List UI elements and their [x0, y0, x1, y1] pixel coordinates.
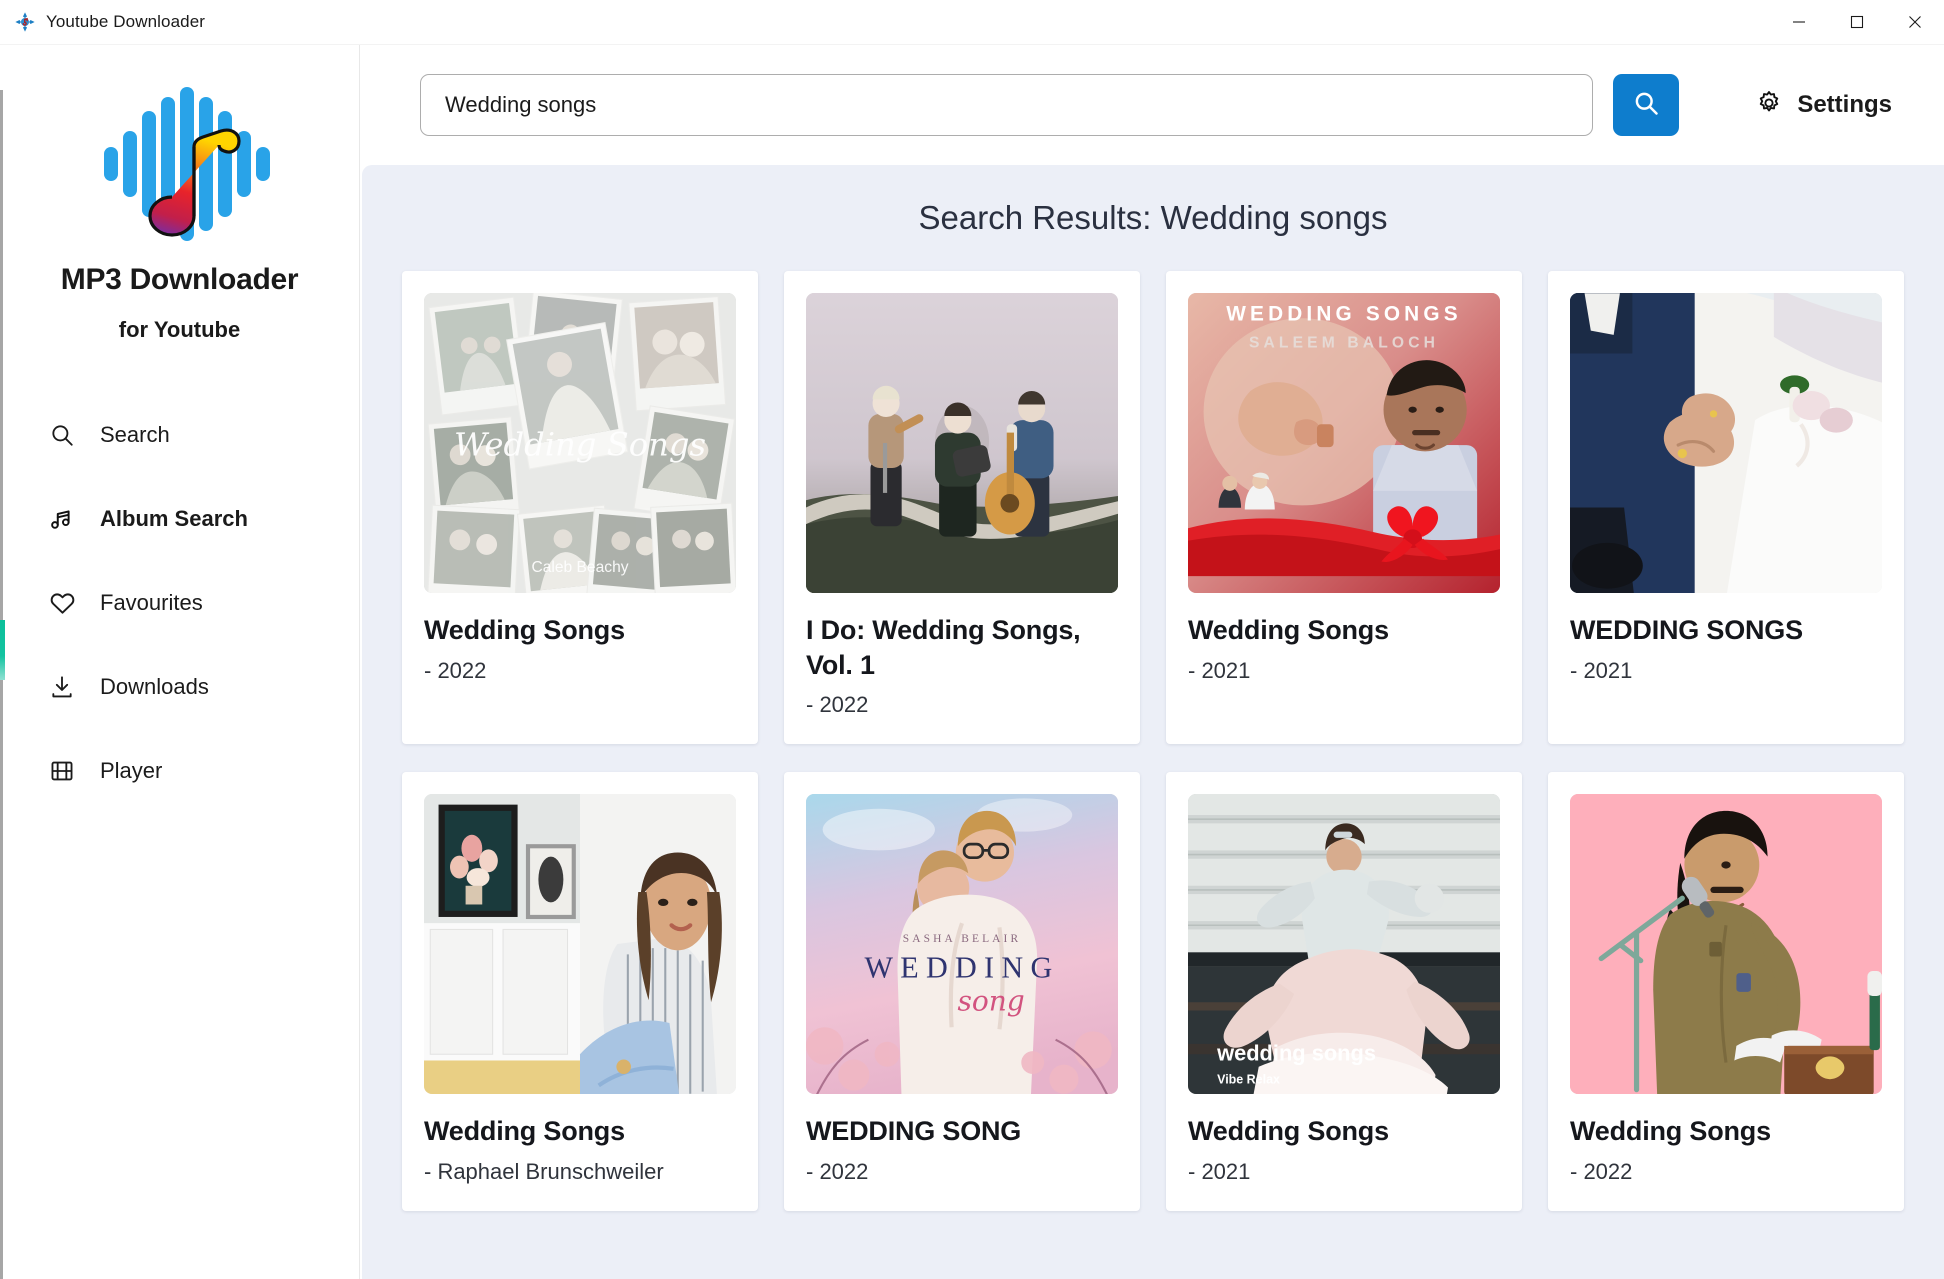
svg-text:song: song: [957, 985, 1024, 1018]
sidebar-item-search[interactable]: Search: [0, 393, 359, 477]
search-icon: [48, 421, 76, 449]
album-subtitle: - 2021: [1188, 1158, 1251, 1184]
close-icon[interactable]: [1886, 0, 1944, 45]
album-card[interactable]: wedding songs Vibe Relax Wedding Songs -…: [1166, 772, 1522, 1211]
svg-text:WEDDING SONGS: WEDDING SONGS: [1226, 302, 1461, 325]
page-title: Search Results: Wedding songs: [918, 199, 1388, 236]
album-card[interactable]: I Do: Wedding Songs, Vol. 1 - 2022: [784, 271, 1140, 745]
search-button[interactable]: [1613, 74, 1680, 136]
album-artwork: [1570, 794, 1882, 1095]
app-window: Youtube Downloader MP3 Downloader for Yo…: [0, 0, 1944, 1279]
album-artwork: [1570, 293, 1882, 593]
album-subtitle: - 2021: [1570, 657, 1633, 683]
window-controls: [1770, 0, 1944, 45]
album-card[interactable]: Wedding Songs - Raphael Brunschweiler: [402, 772, 758, 1211]
sidebar-item-label: Downloads: [100, 674, 209, 699]
album-artwork: SASHA BELAIR WEDDING song: [806, 794, 1118, 1095]
results-panel: Search Results: Wedding songs Wedding So…: [362, 165, 1944, 1279]
album-card[interactable]: SASHA BELAIR WEDDING song WEDDING SONG -…: [784, 772, 1140, 1211]
minimize-icon[interactable]: [1770, 0, 1828, 45]
maximize-icon[interactable]: [1828, 0, 1886, 45]
album-card[interactable]: Wedding Songs Caleb Beachy Wedding Songs…: [402, 271, 758, 745]
mp3-waveform-note-logo: [103, 86, 270, 241]
main-area: Settings Search Results: Wedding songs: [360, 45, 1944, 1279]
holding-hands-photo-art: [1570, 293, 1882, 593]
sidebar-item-player[interactable]: Player: [0, 729, 359, 813]
album-title: Wedding Songs: [1188, 1116, 1389, 1147]
sidebar-item-album-search[interactable]: Album Search: [0, 477, 359, 561]
svg-text:Wedding Songs: Wedding Songs: [454, 425, 706, 463]
album-subtitle: - 2022: [1570, 1158, 1633, 1184]
twirling-bride-art: wedding songs Vibe Relax: [1188, 794, 1500, 1095]
music-note-icon: [48, 505, 76, 533]
search-icon: [1632, 89, 1660, 122]
settings-button[interactable]: Settings: [1743, 79, 1904, 132]
sidebar-item-label: Album Search: [100, 506, 248, 531]
sidebar-item-downloads[interactable]: Downloads: [0, 645, 359, 729]
foggy-band-photo-art: [806, 293, 1118, 593]
album-title: WEDDING SONG: [806, 1116, 1022, 1147]
album-subtitle: - 2022: [806, 692, 869, 718]
sidebar-item-label: Search: [100, 422, 170, 447]
brand-subtitle: for Youtube: [118, 317, 241, 342]
window-left-border: [0, 90, 3, 1279]
search-input[interactable]: [420, 74, 1594, 136]
app-logo-icon: [14, 11, 36, 33]
gear-icon: [1755, 89, 1783, 122]
svg-text:Vibe Relax: Vibe Relax: [1217, 1072, 1280, 1086]
album-title: Wedding Songs: [1570, 1116, 1771, 1147]
sidebar-item-label: Favourites: [100, 590, 203, 615]
app-body: MP3 Downloader for Youtube Search Album …: [0, 45, 1944, 1279]
svg-text:WEDDING: WEDDING: [865, 950, 1060, 984]
album-title: I Do: Wedding Songs, Vol. 1: [806, 615, 1081, 680]
album-title: Wedding Songs: [424, 615, 625, 645]
album-card[interactable]: WEDDING SONGS SALEEM BALOCH Wedding Song…: [1166, 271, 1522, 745]
album-artwork: wedding songs Vibe Relax: [1188, 794, 1500, 1095]
album-subtitle: - Raphael Brunschweiler: [424, 1158, 664, 1184]
pastel-couple-blanket-art: SASHA BELAIR WEDDING song: [806, 794, 1118, 1095]
sidebar-item-label: Player: [100, 758, 163, 783]
sidebar: MP3 Downloader for Youtube Search Album …: [0, 45, 360, 1279]
polaroid-collage-art: Wedding Songs Caleb Beachy: [424, 293, 736, 593]
album-card[interactable]: Wedding Songs - 2022: [1548, 772, 1904, 1211]
album-subtitle: - 2022: [424, 657, 487, 683]
svg-text:SASHA BELAIR: SASHA BELAIR: [903, 933, 1021, 945]
heart-icon: [48, 589, 76, 617]
download-icon: [48, 673, 76, 701]
woman-with-framed-art-art: [424, 794, 736, 1095]
film-icon: [48, 757, 76, 785]
left-edge-accent: [0, 620, 5, 680]
top-toolbar: Settings: [360, 45, 1944, 165]
pink-bg-singer-art: [1570, 794, 1882, 1095]
results-grid: Wedding Songs Caleb Beachy Wedding Songs…: [388, 271, 1918, 1211]
album-card[interactable]: WEDDING SONGS - 2021: [1548, 271, 1904, 745]
svg-text:Caleb Beachy: Caleb Beachy: [531, 559, 628, 576]
album-title: Wedding Songs: [424, 1116, 625, 1147]
album-artwork: Wedding Songs Caleb Beachy: [424, 293, 736, 593]
brand-logo: [0, 67, 359, 257]
album-subtitle: - 2022: [806, 1158, 869, 1184]
album-artwork: WEDDING SONGS SALEEM BALOCH: [1188, 293, 1500, 593]
album-title: Wedding Songs: [1188, 615, 1389, 645]
settings-label: Settings: [1797, 91, 1892, 118]
album-artwork: [806, 293, 1118, 593]
title-bar-left: Youtube Downloader: [0, 11, 205, 33]
title-bar: Youtube Downloader: [0, 0, 1944, 45]
window-title: Youtube Downloader: [46, 12, 206, 31]
sidebar-nav: Search Album Search Favourites Downloads…: [0, 393, 359, 813]
red-ribbon-portrait-art: WEDDING SONGS SALEEM BALOCH: [1188, 293, 1500, 593]
album-subtitle: - 2021: [1188, 657, 1251, 683]
sidebar-item-favourites[interactable]: Favourites: [0, 561, 359, 645]
svg-text:wedding songs: wedding songs: [1216, 1041, 1376, 1066]
svg-text:SALEEM BALOCH: SALEEM BALOCH: [1249, 334, 1439, 351]
album-artwork: [424, 794, 736, 1095]
brand-name: MP3 Downloader: [60, 263, 299, 296]
album-title: WEDDING SONGS: [1570, 615, 1803, 645]
